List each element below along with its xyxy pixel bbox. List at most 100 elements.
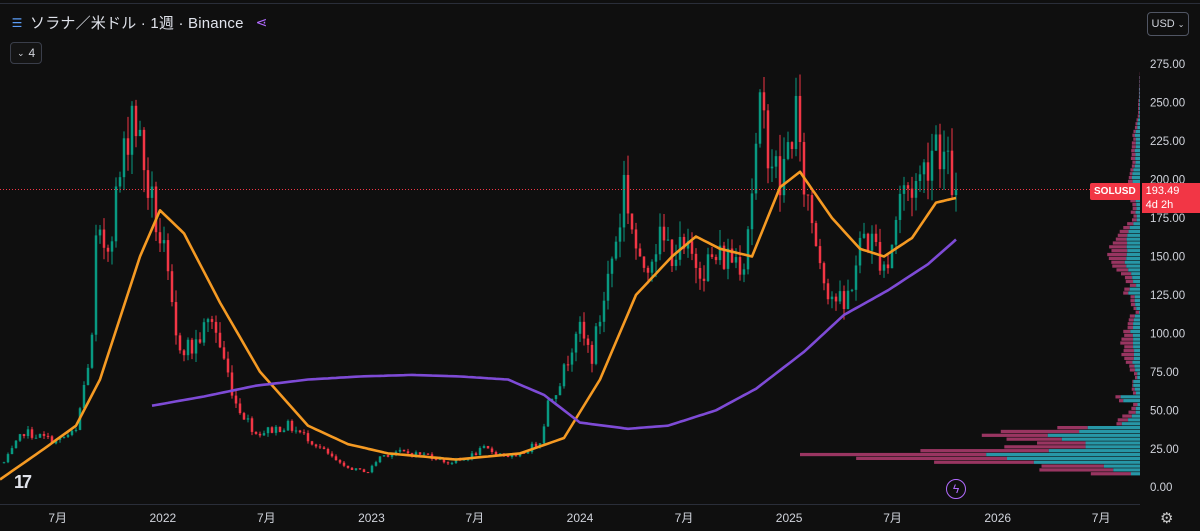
indicator-count: 4 bbox=[28, 46, 36, 60]
candle-body bbox=[610, 258, 614, 274]
candle-body bbox=[82, 384, 86, 409]
price-chart[interactable]: 0.00 25.00 50.00 75.00 100.00 125.00 150.00 175… bbox=[0, 0, 1200, 531]
volume-profile-bar-down bbox=[1119, 229, 1129, 234]
candle-body bbox=[342, 462, 346, 466]
volume-profile-bar-up bbox=[1133, 352, 1140, 357]
candle-body bbox=[554, 395, 558, 399]
volume-profile-bar-up bbox=[1138, 118, 1140, 122]
volume-profile-bar-up bbox=[986, 452, 1140, 457]
candle-body bbox=[810, 195, 814, 224]
candle-body bbox=[886, 264, 890, 269]
volume-profile-bar-up bbox=[1133, 222, 1140, 226]
volume-profile-bar-up bbox=[1135, 410, 1140, 414]
volume-profile-bar-up bbox=[1133, 279, 1140, 284]
candle-body bbox=[450, 462, 454, 464]
volume-profile-bar-up bbox=[1139, 310, 1140, 314]
volume-profile-bar-up bbox=[1136, 306, 1140, 311]
candle-body bbox=[358, 468, 362, 470]
candle-body bbox=[242, 413, 246, 420]
candle-body bbox=[606, 273, 610, 301]
candle-body bbox=[654, 254, 658, 262]
candle-body bbox=[742, 269, 746, 275]
candle-body bbox=[818, 246, 822, 264]
candle-body bbox=[862, 233, 866, 238]
candle-body bbox=[662, 226, 666, 241]
last-price-badge: SOLUSD 193.49 4d 2h bbox=[1090, 183, 1200, 213]
price-tick-label: 75.00 bbox=[1150, 367, 1179, 379]
share-icon[interactable]: ⋖ bbox=[256, 14, 268, 31]
volume-profile-bar-down bbox=[1127, 325, 1134, 330]
volume-profile-bar-up bbox=[1133, 383, 1140, 387]
volume-profile-bar-up bbox=[1126, 252, 1140, 257]
candle-body bbox=[814, 223, 818, 247]
candle-body bbox=[650, 261, 654, 273]
candle-body bbox=[754, 143, 758, 194]
candle-body bbox=[150, 186, 154, 198]
volume-profile-bar-up bbox=[1132, 275, 1140, 280]
candle-body bbox=[178, 335, 182, 351]
candle-body bbox=[710, 254, 714, 257]
candle-body bbox=[106, 247, 110, 252]
volume-profile-bar-up bbox=[1135, 391, 1140, 395]
candle-body bbox=[206, 319, 210, 323]
volume-profile-bar-down bbox=[1132, 133, 1135, 137]
candle-body bbox=[586, 338, 590, 345]
volume-profile-bar-down bbox=[1123, 329, 1131, 334]
candle-body bbox=[118, 177, 122, 187]
candle-body bbox=[766, 110, 770, 169]
candle-body bbox=[162, 240, 166, 244]
candle-body bbox=[894, 219, 898, 245]
candle-body bbox=[634, 229, 638, 249]
volume-profile-bar-down bbox=[856, 456, 1007, 461]
lightning-icon[interactable]: ϟ bbox=[946, 479, 966, 499]
candle-body bbox=[218, 332, 222, 348]
volume-profile-bar-down bbox=[800, 452, 987, 457]
volume-profile-bar-up bbox=[1127, 233, 1140, 237]
last-price: 193.49 bbox=[1145, 185, 1180, 197]
candle-body bbox=[934, 134, 938, 151]
candle-body bbox=[182, 350, 186, 356]
volume-profile-bar-up bbox=[1136, 214, 1140, 218]
volume-profile-bar-up bbox=[1137, 402, 1140, 407]
candle-body bbox=[194, 339, 198, 354]
candle-body bbox=[26, 429, 30, 437]
tradingview-logo-icon[interactable]: 17 bbox=[14, 472, 32, 493]
volume-profile-bar-up bbox=[1135, 160, 1140, 164]
time-tick-label: 7月 bbox=[257, 511, 276, 525]
gear-icon[interactable]: ⚙ bbox=[1160, 509, 1173, 527]
candle-body bbox=[474, 453, 478, 455]
candle-body bbox=[558, 386, 562, 396]
candle-body bbox=[254, 431, 258, 434]
candle-body bbox=[418, 452, 422, 455]
candle-body bbox=[94, 235, 98, 335]
candle-body bbox=[386, 455, 390, 457]
candle-body bbox=[786, 142, 790, 159]
volume-profile-bar-down bbox=[1129, 172, 1133, 176]
volume-profile-bar-down bbox=[1121, 352, 1134, 357]
candle-body bbox=[370, 465, 374, 473]
volume-profile-bar-down bbox=[1138, 99, 1140, 103]
volume-profile-bar-down bbox=[1129, 368, 1136, 372]
volume-profile-bar-down bbox=[1108, 256, 1127, 261]
volume-profile-bar-down bbox=[1111, 249, 1128, 253]
volume-profile-bar-down bbox=[1131, 218, 1137, 222]
currency-button[interactable]: USD ⌄ bbox=[1147, 12, 1189, 36]
volume-profile-bar-up bbox=[1126, 264, 1140, 268]
candle-body bbox=[490, 448, 494, 453]
volume-profile-bar-up bbox=[1139, 99, 1140, 103]
volume-profile-bar-up bbox=[1127, 241, 1140, 245]
candle-body bbox=[70, 430, 74, 435]
candle-body bbox=[590, 344, 594, 364]
volume-profile-bar-up bbox=[1134, 314, 1140, 318]
volume-profile-bar-up bbox=[1120, 395, 1140, 399]
candle-body bbox=[842, 291, 846, 310]
volume-profile-bar-down bbox=[1037, 441, 1086, 445]
volume-profile-bar-down bbox=[1116, 268, 1129, 272]
volume-profile-bar-down bbox=[1131, 149, 1135, 153]
volume-profile-bar-up bbox=[1139, 95, 1140, 99]
indicator-collapse-button[interactable]: ⌄ 4 bbox=[10, 42, 43, 64]
symbol-legend[interactable]: ☰ ソラナ／米ドル · 1週 · Binance ⋖ bbox=[10, 12, 268, 33]
candle-body bbox=[698, 267, 702, 279]
menu-lines-icon[interactable]: ☰ bbox=[10, 16, 24, 30]
candle-body bbox=[198, 339, 202, 343]
